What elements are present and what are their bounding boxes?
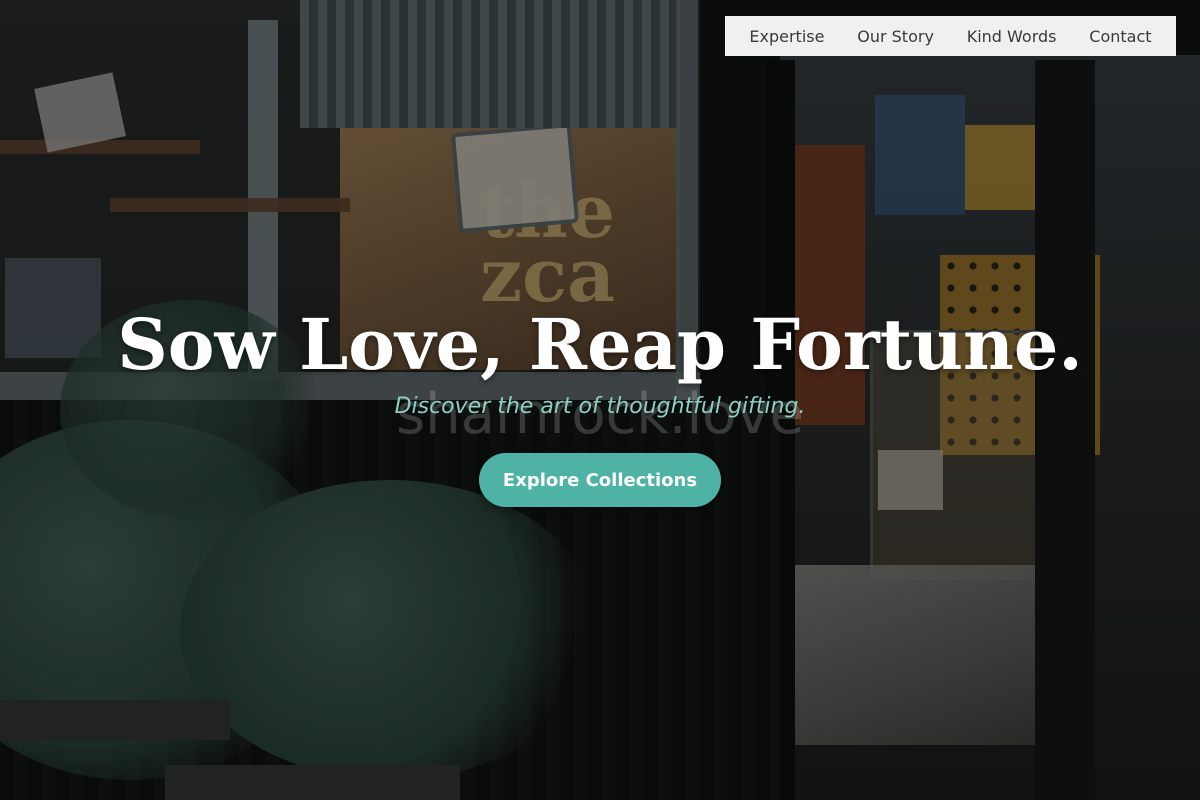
hero-subtitle: Discover the art of thoughtful gifting.	[394, 394, 806, 419]
hero-section: shamrock.love Sow Love, Reap Fortune. Di…	[0, 0, 1200, 800]
explore-collections-button[interactable]: Explore Collections	[479, 453, 721, 507]
hero-title: Sow Love, Reap Fortune.	[117, 303, 1083, 386]
